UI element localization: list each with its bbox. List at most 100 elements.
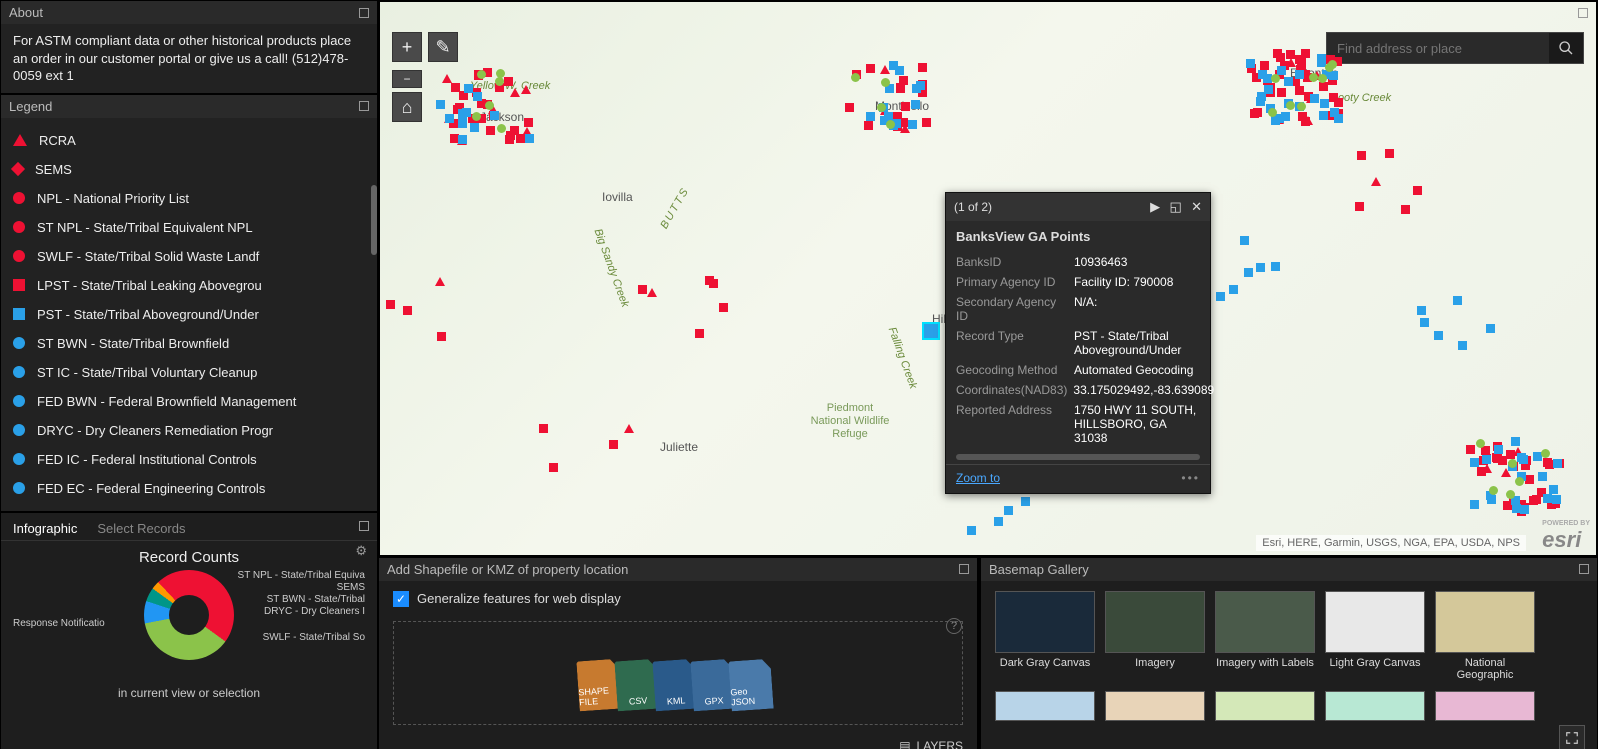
map-point[interactable] [1470,500,1479,509]
map-point[interactable] [464,84,473,93]
generalize-checkbox[interactable]: ✓ [393,591,409,607]
map-point[interactable] [1310,94,1319,103]
map-point[interactable] [549,463,558,472]
map-point[interactable] [442,74,452,83]
basemap-item[interactable]: Light Gray Canvas [1325,591,1425,681]
map-point[interactable] [1216,292,1225,301]
map-point[interactable] [1489,486,1498,495]
map-point[interactable] [1385,149,1394,158]
zoom-to-link[interactable]: Zoom to [956,471,1000,485]
map-point[interactable] [866,64,875,73]
map-point[interactable] [504,77,513,86]
map-point[interactable] [403,306,412,315]
map-point[interactable] [1543,458,1552,467]
map-point[interactable] [436,100,445,109]
basemap-item[interactable] [1215,691,1315,725]
map-point[interactable] [458,135,467,144]
map-point[interactable] [1549,485,1558,494]
map-point[interactable] [719,303,728,312]
map-point[interactable] [1538,472,1547,481]
map-point[interactable] [1543,494,1552,503]
map-point[interactable] [1320,99,1329,108]
map-point[interactable] [1256,263,1265,272]
maximize-icon[interactable] [359,101,369,111]
map-point[interactable] [896,83,905,92]
map-point[interactable] [1303,116,1313,125]
map-point[interactable] [647,288,657,297]
map-point[interactable] [889,61,898,70]
map-point[interactable] [886,120,895,129]
map[interactable]: + ✎ − ⌂ Jackson Monticello Hill Eatonton… [378,0,1598,557]
map-point[interactable] [1271,74,1280,83]
map-point[interactable] [521,85,531,94]
edit-button[interactable]: ✎ [428,32,458,62]
maximize-icon[interactable] [1579,564,1589,574]
donut-chart[interactable] [144,570,234,660]
map-point[interactable] [624,424,634,433]
maximize-icon[interactable] [1578,8,1588,18]
map-point[interactable] [1515,477,1524,486]
map-point[interactable] [1482,464,1492,473]
dock-icon[interactable]: ◱ [1169,199,1181,214]
map-point[interactable] [1301,49,1310,58]
maximize-icon[interactable] [959,564,969,574]
map-point[interactable] [1284,77,1293,86]
map-point[interactable] [1552,495,1561,504]
map-point[interactable] [1466,445,1475,454]
map-point[interactable] [1506,450,1515,459]
map-point[interactable] [1458,341,1467,350]
zoom-out-button[interactable]: − [392,70,422,88]
help-icon[interactable]: ? [946,618,962,634]
map-point[interactable] [1494,445,1503,454]
map-point[interactable] [901,102,910,111]
map-point[interactable] [864,121,873,130]
next-icon[interactable]: ▶ [1150,199,1160,214]
zoom-in-button[interactable]: + [392,32,422,62]
map-point[interactable] [1355,202,1364,211]
map-point[interactable] [967,526,976,535]
map-point[interactable] [1371,177,1381,186]
map-point[interactable] [477,70,486,79]
map-point[interactable] [435,277,445,286]
map-point[interactable] [1258,70,1267,79]
map-point[interactable] [524,118,533,127]
map-point[interactable] [486,126,495,135]
map-point[interactable] [912,84,921,93]
map-point[interactable] [1246,59,1255,68]
map-point[interactable] [539,424,548,433]
map-point[interactable] [1511,437,1520,446]
map-point[interactable] [1257,92,1266,101]
selected-point[interactable] [924,324,938,338]
map-point[interactable] [1525,475,1534,484]
map-point[interactable] [1328,60,1337,69]
map-point[interactable] [490,111,499,120]
basemap-item[interactable] [1435,691,1535,725]
map-point[interactable] [908,120,917,129]
tab-infographic[interactable]: Infographic [13,521,77,536]
map-point[interactable] [1229,285,1238,294]
map-point[interactable] [497,124,506,133]
map-point[interactable] [1319,82,1328,91]
search-input[interactable] [1327,33,1549,63]
basemap-item[interactable] [995,691,1095,725]
map-point[interactable] [1244,268,1253,277]
map-point[interactable] [1286,101,1295,110]
map-point[interactable] [1330,108,1339,117]
scrollbar[interactable] [371,185,377,255]
map-point[interactable] [1401,205,1410,214]
map-point[interactable] [1250,109,1259,118]
map-point[interactable] [1519,455,1528,464]
map-point[interactable] [1520,505,1529,514]
map-point[interactable] [845,103,854,112]
tab-select-records[interactable]: Select Records [97,521,185,536]
map-point[interactable] [1319,111,1328,120]
map-point[interactable] [705,276,714,285]
map-point[interactable] [473,92,482,101]
basemap-item[interactable] [1325,691,1425,725]
maximize-icon[interactable] [359,8,369,18]
search-button[interactable] [1549,33,1583,63]
map-point[interactable] [1260,61,1269,70]
map-point[interactable] [1508,459,1517,468]
layers-button[interactable]: ▤ LAYERS [899,739,963,749]
map-point[interactable] [1512,504,1521,513]
